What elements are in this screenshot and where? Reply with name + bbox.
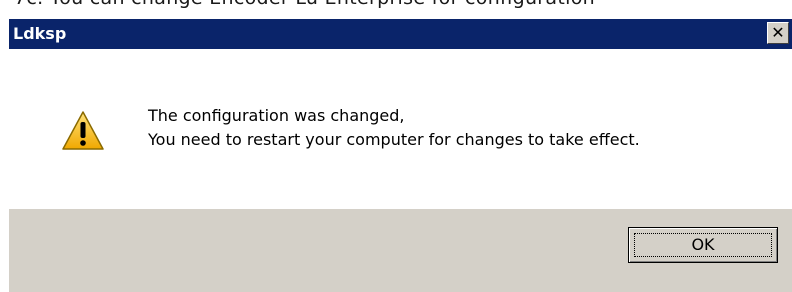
dialog-content: The configuration was changed, You need … [9, 49, 792, 209]
close-icon: ✕ [771, 23, 785, 42]
close-button[interactable]: ✕ [767, 22, 789, 44]
message-line-1: The configuration was changed, [148, 106, 405, 125]
dialog-message: The configuration was changed, You need … [148, 104, 640, 152]
ok-button[interactable]: OK [628, 227, 778, 263]
message-dialog: Ldksp ✕ The configuration was changed, Y… [8, 18, 792, 292]
dialog-footer: OK [9, 209, 792, 292]
warning-icon [62, 111, 104, 150]
background-partial-text: 7c. You can change Encoder Lu Enterprise… [14, 0, 792, 9]
dialog-title: Ldksp [13, 24, 67, 43]
dialog-titlebar[interactable]: Ldksp ✕ [9, 19, 792, 49]
message-line-2: You need to restart your computer for ch… [148, 130, 640, 149]
ok-button-label: OK [691, 235, 715, 254]
